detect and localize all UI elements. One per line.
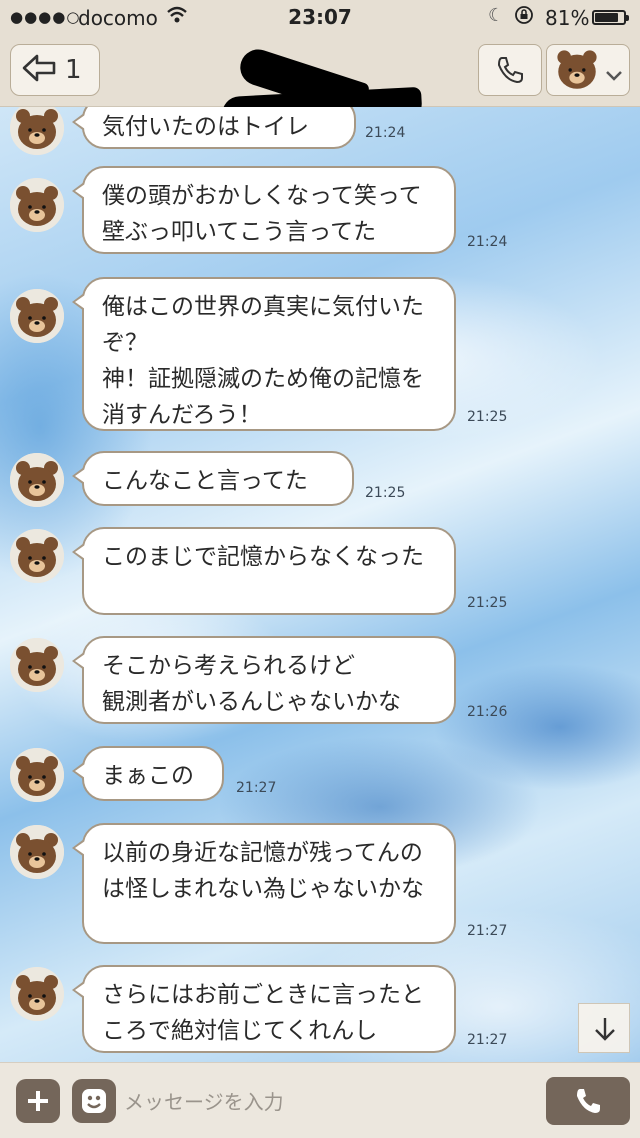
message-bubble[interactable]: まぁこの	[72, 746, 224, 801]
phone-icon	[573, 1086, 603, 1120]
phone-icon	[495, 55, 525, 89]
voice-call-button[interactable]	[546, 1077, 630, 1125]
message-bubble[interactable]: そこから考えられるけど 観測者がいるんじゃないかな	[72, 636, 456, 724]
chat-message-list[interactable]: 気付いたのはトイレ 21:24 僕の頭がおかしくなって笑って壁ぶっ叩いてこう言っ…	[0, 107, 640, 1062]
plus-icon	[26, 1089, 50, 1117]
message-input[interactable]	[122, 1079, 536, 1125]
smiley-icon	[80, 1087, 108, 1119]
brown-bear-icon[interactable]	[10, 529, 64, 583]
brown-bear-icon[interactable]	[10, 638, 64, 692]
brown-bear-icon[interactable]	[10, 289, 64, 343]
back-button[interactable]: 1	[10, 44, 100, 96]
message-bubble[interactable]: このまじで記憶からなくなった	[72, 527, 456, 615]
arrow-down-icon	[593, 1016, 617, 1046]
status-bar: ●●●●○ docomo 23:07 ☾ 81%	[0, 0, 640, 34]
rotation-lock-icon	[514, 5, 534, 30]
call-button[interactable]	[478, 44, 542, 96]
message-bubble[interactable]: 以前の身近な記憶が残ってんのは怪しまれない為じゃないかな	[72, 823, 456, 944]
profile-menu-button[interactable]	[546, 44, 630, 96]
message-time: 21:27	[467, 923, 508, 939]
chevron-down-icon	[605, 67, 623, 86]
unread-count: 1	[65, 55, 82, 85]
message-time: 21:27	[467, 1032, 508, 1048]
scroll-to-bottom-button[interactable]	[578, 1003, 630, 1053]
message-bubble[interactable]: 俺はこの世界の真実に気付いたぞ？ 神！証拠隠滅のため俺の記憶を消すんだろう！	[72, 277, 456, 431]
back-arrow-icon	[21, 53, 57, 91]
message-input-bar	[0, 1062, 640, 1138]
message-time: 21:27	[236, 780, 277, 796]
add-attachment-button[interactable]	[16, 1079, 60, 1123]
sticker-button[interactable]	[72, 1079, 116, 1123]
message-time: 21:25	[467, 409, 508, 425]
brown-bear-icon[interactable]	[10, 453, 64, 507]
message-time: 21:24	[467, 234, 508, 250]
message-time: 21:26	[467, 704, 508, 720]
brown-bear-icon[interactable]	[10, 825, 64, 879]
message-bubble[interactable]: さらにはお前ごときに言ったところで絶対信じてくれんし	[72, 965, 456, 1053]
message-bubble[interactable]: 気付いたのはトイレ	[72, 107, 356, 149]
chat-header: 1	[0, 34, 640, 136]
message-time: 21:25	[467, 595, 508, 611]
message-time: 21:25	[365, 485, 406, 501]
brown-bear-icon[interactable]	[10, 178, 64, 232]
battery-icon	[592, 10, 629, 25]
battery-percent: 81%	[545, 6, 590, 30]
message-bubble[interactable]: 僕の頭がおかしくなって笑って壁ぶっ叩いてこう言ってた	[72, 166, 456, 254]
brown-bear-icon[interactable]	[10, 748, 64, 802]
do-not-disturb-icon: ☾	[488, 5, 505, 26]
message-bubble[interactable]: こんなこと言ってた	[72, 451, 354, 506]
status-time: 23:07	[288, 5, 352, 29]
message-time: 21:24	[365, 125, 406, 141]
brown-bear-icon[interactable]	[10, 967, 64, 1021]
brown-bear-icon	[551, 47, 603, 97]
brown-bear-icon[interactable]	[10, 107, 64, 155]
